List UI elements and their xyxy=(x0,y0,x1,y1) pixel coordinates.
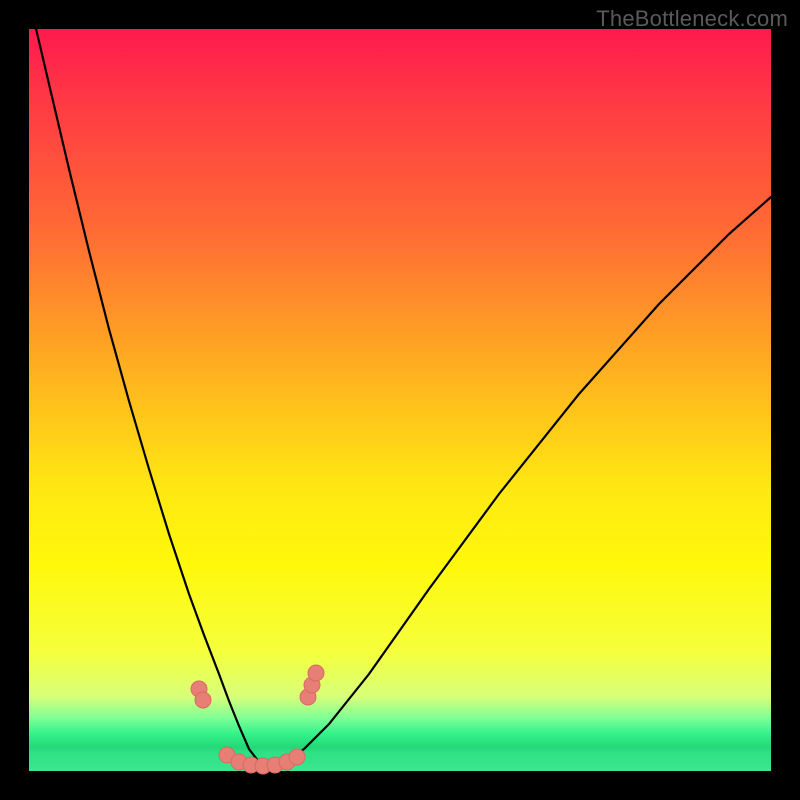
plot-area xyxy=(29,29,771,771)
highlight-markers xyxy=(191,665,324,774)
curve-layer xyxy=(29,29,771,771)
chart-stage: TheBottleneck.com xyxy=(0,0,800,800)
marker-dot xyxy=(289,749,305,765)
marker-dot xyxy=(308,665,324,681)
bottleneck-curve xyxy=(29,0,771,766)
marker-dot xyxy=(195,692,211,708)
watermark-text: TheBottleneck.com xyxy=(596,6,788,32)
